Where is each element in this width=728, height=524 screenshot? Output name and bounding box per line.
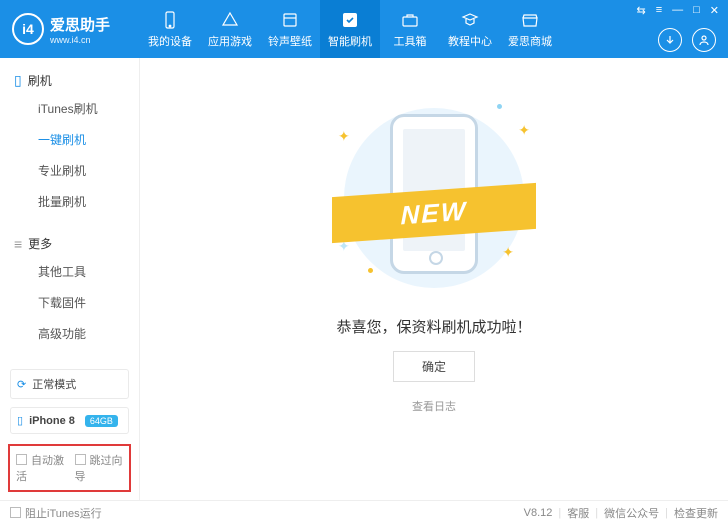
more-icon: ≡ (14, 236, 22, 252)
footer: 阻止iTunes运行 V8.12| 客服| 微信公众号| 检查更新 (0, 500, 728, 524)
star-icon: ✦ (502, 244, 514, 261)
nav-my-device[interactable]: 我的设备 (140, 0, 200, 58)
download-button[interactable] (658, 28, 682, 52)
refresh-icon: ⟳ (17, 378, 26, 391)
storage-badge: 64GB (85, 415, 118, 427)
store-icon (520, 10, 540, 30)
sidebar-item-advanced[interactable]: 高级功能 (0, 318, 139, 349)
logo[interactable]: i4 爱思助手 www.i4.cn (0, 13, 140, 45)
ringtone-icon (280, 10, 300, 30)
apps-icon (220, 10, 240, 30)
close-button[interactable]: ✕ (707, 4, 722, 17)
version-label: V8.12 (524, 507, 553, 519)
main-nav: 我的设备 应用游戏 铃声壁纸 智能刷机 工具箱 教程中心 爱思商城 (140, 0, 560, 58)
sidebar-item-download-fw[interactable]: 下载固件 (0, 287, 139, 318)
wechat-link[interactable]: 微信公众号 (604, 505, 659, 521)
minimize-button[interactable]: — (669, 4, 686, 17)
ok-button[interactable]: 确定 (393, 351, 475, 382)
success-message: 恭喜您，保资料刷机成功啦！ (336, 316, 531, 337)
header: i4 爱思助手 www.i4.cn 我的设备 应用游戏 铃声壁纸 智能刷机 工具… (0, 0, 728, 58)
main-content: ✦ ✦ ✦ ✦ NEW 恭喜您，保资料刷机成功啦！ 确定 查看日志 (140, 58, 728, 500)
maximize-button[interactable]: □ (690, 4, 703, 17)
sidebar-item-itunes-flash[interactable]: iTunes刷机 (0, 93, 139, 124)
sidebar-item-other-tools[interactable]: 其他工具 (0, 256, 139, 287)
sidebar-head-flash[interactable]: ▯刷机 (0, 68, 139, 93)
success-illustration: ✦ ✦ ✦ ✦ NEW (324, 98, 544, 298)
logo-icon: i4 (12, 13, 44, 45)
nav-apps[interactable]: 应用游戏 (200, 0, 260, 58)
sidebar-head-more[interactable]: ≡更多 (0, 231, 139, 256)
star-icon: ✦ (338, 128, 350, 145)
device-icon (160, 10, 180, 30)
phone-small-icon: ▯ (17, 414, 23, 427)
sidebar-item-batch-flash[interactable]: 批量刷机 (0, 186, 139, 217)
user-button[interactable] (692, 28, 716, 52)
brand-name: 爱思助手 (50, 14, 110, 35)
nav-store[interactable]: 爱思商城 (500, 0, 560, 58)
checkbox-block-itunes[interactable]: 阻止iTunes运行 (10, 505, 102, 521)
tutorial-icon (460, 10, 480, 30)
device-name: iPhone 8 (29, 415, 75, 427)
cart-icon[interactable]: ⇆ (633, 4, 648, 17)
checkbox-auto-activate[interactable]: 自动激活 (16, 452, 65, 484)
toolbox-icon (400, 10, 420, 30)
nav-flash[interactable]: 智能刷机 (320, 0, 380, 58)
support-link[interactable]: 客服 (567, 505, 589, 521)
update-link[interactable]: 检查更新 (674, 505, 718, 521)
menu-icon[interactable]: ≡ (653, 4, 665, 17)
phone-icon: ▯ (14, 72, 22, 89)
device-selector[interactable]: ▯ iPhone 8 64GB (10, 407, 129, 434)
view-log-link[interactable]: 查看日志 (412, 398, 456, 414)
checkbox-skip-guide[interactable]: 跳过向导 (75, 452, 124, 484)
nav-toolbox[interactable]: 工具箱 (380, 0, 440, 58)
sidebar-item-onekey-flash[interactable]: 一键刷机 (0, 124, 139, 155)
options-box: 自动激活 跳过向导 (8, 444, 131, 492)
window-controls: ⇆ ≡ — □ ✕ (633, 4, 722, 17)
sidebar: ▯刷机 iTunes刷机 一键刷机 专业刷机 批量刷机 ≡更多 其他工具 下载固… (0, 58, 140, 500)
star-icon: ✦ (518, 122, 530, 139)
sidebar-item-pro-flash[interactable]: 专业刷机 (0, 155, 139, 186)
flash-icon (340, 10, 360, 30)
nav-tutorial[interactable]: 教程中心 (440, 0, 500, 58)
brand-url: www.i4.cn (50, 35, 110, 45)
nav-ringtone[interactable]: 铃声壁纸 (260, 0, 320, 58)
mode-selector[interactable]: ⟳ 正常模式 (10, 369, 129, 399)
